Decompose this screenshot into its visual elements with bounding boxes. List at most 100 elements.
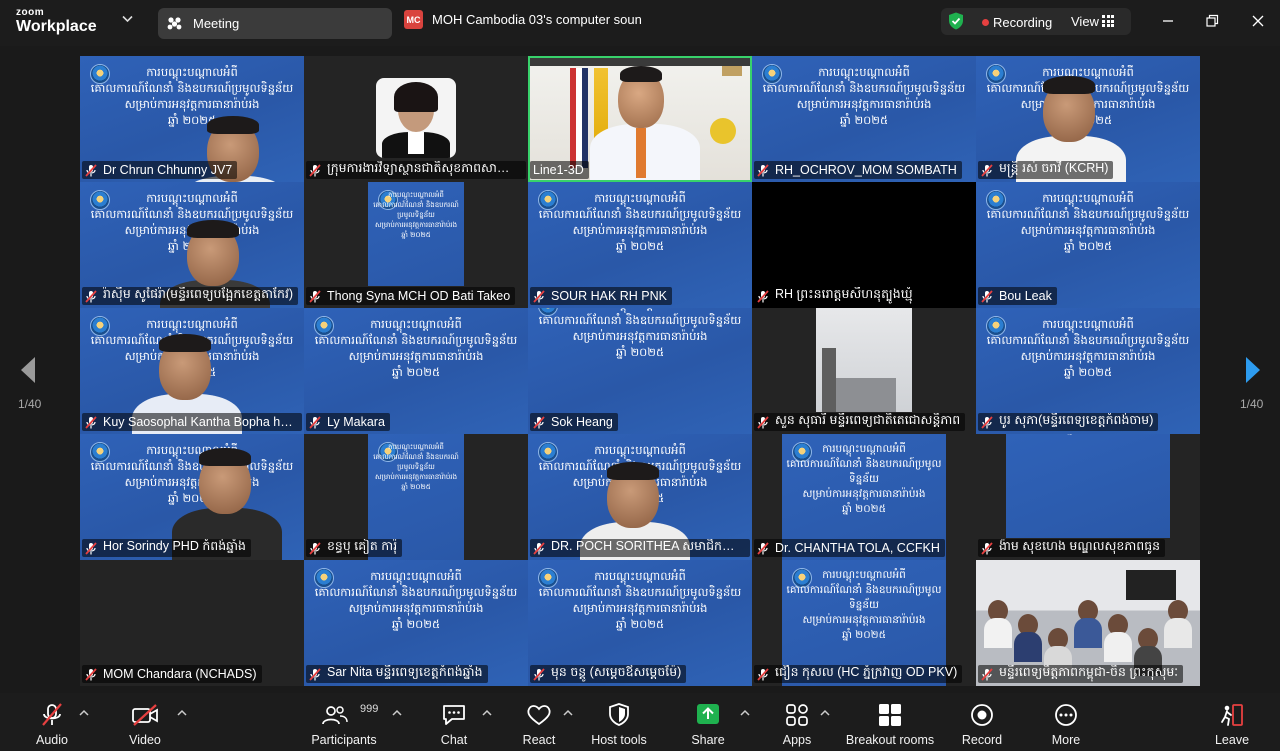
video-button[interactable]: Video (121, 693, 169, 751)
apps-options-chevron-icon[interactable] (820, 709, 830, 717)
slide-title-line: គោលការណ៍ណែនាំ និងឧបករណ៍ប្រមូលទិន្នន័យ (986, 207, 1190, 221)
participant-tile[interactable]: ការបណ្តុះបណ្តាលអំពីគោលការណ៍ណែនាំ និងឧបករ… (80, 56, 304, 182)
apps-label: Apps (782, 733, 812, 747)
slide-title-line: ការបណ្តុះបណ្តាលអំពី (594, 569, 686, 583)
microphone-muted-icon (757, 415, 769, 429)
participant-name-tag: SOUR HAK RH PNK (530, 287, 672, 305)
microphone-muted-icon (757, 541, 769, 555)
participant-tile[interactable]: ការបណ្តុះបណ្តាលអំពីគោលការណ៍ណែនាំ និងឧបករ… (80, 434, 304, 560)
chat-button[interactable]: Chat (430, 693, 478, 751)
slide-title: ការបណ្តុះបណ្តាលអំពីគោលការណ៍ណែនាំ និងឧបករ… (1006, 434, 1170, 437)
participant-tile[interactable]: ការបណ្តុះបណ្តាលអំពីគោលការណ៍ណែនាំ និងឧបករ… (976, 56, 1200, 182)
microphone-muted-icon (533, 667, 545, 681)
video-options-chevron-icon[interactable] (177, 709, 187, 717)
tab-meeting[interactable]: Meeting (158, 8, 392, 39)
slide-title-line: ការបណ្តុះបណ្តាលអំពី (1042, 317, 1134, 331)
participant-tile[interactable]: ការបណ្តុះបណ្តាលអំពីគោលការណ៍ណែនាំ និងឧបករ… (528, 560, 752, 686)
audio-label: Audio (36, 733, 68, 747)
shield-check-icon[interactable] (948, 12, 964, 30)
recording-status[interactable]: Recording (993, 15, 1052, 30)
microphone-muted-icon (309, 163, 321, 177)
slide-title-line: គោលការណ៍ណែនាំ និងឧបករណ៍ប្រមូលទិន្នន័យ (90, 81, 294, 95)
chevron-down-icon[interactable] (122, 15, 133, 23)
participant-tile[interactable]: ការបណ្តុះបណ្តាលអំពីគោលការណ៍ណែនាំ និងឧបករ… (80, 182, 304, 308)
slide-title-line: គោលការណ៍ណែនាំ និងឧបករណ៍ប្រមូលទិន្នន័យ (786, 584, 942, 611)
slide-title-line: គោលការណ៍ណែនាំ និងឧបករណ៍ប្រមូលទិន្នន័យ (373, 453, 459, 471)
slide-title-line: ការបណ្តុះបណ្តាលអំពី (1042, 191, 1134, 205)
audio-options-chevron-icon[interactable] (79, 709, 89, 717)
participant-tile[interactable]: ការបណ្តុះបណ្តាលអំពីគោលការណ៍ណែនាំ និងឧបករ… (80, 308, 304, 434)
slide-title-line: ការបណ្តុះបណ្តាលអំពី (822, 443, 906, 455)
slide-title-line: គោលការណ៍ណែនាំ និងឧបករណ៍ប្រមូលទិន្នន័យ (538, 585, 742, 599)
chat-options-chevron-icon[interactable] (482, 709, 492, 717)
microphone-muted-icon (981, 415, 993, 429)
participant-tile[interactable]: RH ព្រះនរោត្តមសីហនុត្បូងឃ្មុំ (752, 182, 976, 308)
participant-tile[interactable]: ការបណ្តុះបណ្តាលអំពីគោលការណ៍ណែនាំ និងឧបករ… (976, 182, 1200, 308)
record-button[interactable]: Record (958, 693, 1006, 751)
next-page-icon[interactable] (1243, 355, 1263, 385)
slide-title-line: គោលការណ៍ណែនាំ និងឧបករណ៍ប្រមូលទិន្នន័យ (538, 313, 742, 327)
participant-tile[interactable]: មន្ទីរពេទ្យមិត្តភាពកម្ពុជា-ចិន ព្រះកុសុម… (976, 560, 1200, 686)
slide-title-line: ការបណ្តុះបណ្តាលអំពី (594, 191, 686, 205)
participant-tile[interactable]: ការបណ្តុះបណ្តាលអំពីគោលការណ៍ណែនាំ និងឧបករ… (752, 56, 976, 182)
tab-shared-screen[interactable]: MC MOH Cambodia 03's computer soun (404, 10, 642, 29)
microphone-muted-icon (981, 541, 993, 555)
microphone-muted-icon (757, 163, 769, 177)
participant-tile[interactable]: ការបណ្តុះបណ្តាលអំពីគោលការណ៍ណែនាំ និងឧបករ… (528, 434, 752, 560)
participant-tile[interactable]: ការបណ្តុះបណ្តាលអំពីគោលការណ៍ណែនាំ និងឧបករ… (976, 308, 1200, 434)
microphone-muted-icon (85, 289, 97, 303)
participant-tile[interactable]: ការបណ្តុះបណ្តាលអំពីគោលការណ៍ណែនាំ និងឧបករ… (528, 182, 752, 308)
microphone-muted-icon (309, 415, 321, 429)
slide-title: ការបណ្តុះបណ្តាលអំពីគោលការណ៍ណែនាំ និងឧបករ… (528, 308, 752, 360)
react-options-chevron-icon[interactable] (563, 709, 573, 717)
participants-options-chevron-icon[interactable] (392, 709, 402, 717)
slide-title-line: សម្រាប់ការអនុវត្តការធានារ៉ាប់រង (1020, 223, 1156, 237)
restore-icon[interactable] (1202, 11, 1222, 31)
apps-button[interactable]: Apps (773, 693, 821, 751)
slide-title-line: ការបណ្តុះបណ្តាលអំពី (146, 191, 238, 205)
participant-name: Bou Leak (999, 289, 1052, 303)
participant-tile[interactable]: Line1-3D (528, 56, 752, 182)
participant-name: ក្រុមការងារវិទ្យាស្ថានជាតិសុខភាពសាធារណៈ (327, 161, 521, 175)
slide-title-line: គោលការណ៍ណែនាំ និងឧបករណ៍ប្រមូលទិន្នន័យ (762, 81, 966, 95)
slide-title-line: សម្រាប់ការអនុវត្តការធានារ៉ាប់រង (802, 614, 926, 626)
participants-button[interactable]: Participants (306, 693, 382, 751)
participants-icon (322, 706, 348, 725)
view-button[interactable]: View (1071, 14, 1099, 29)
participant-name: Dr. CHANTHA TOLA, CCFKH (775, 541, 940, 555)
react-label: React (522, 733, 556, 747)
participant-tile[interactable]: ការបណ្តុះបណ្តាលអំពីគោលការណ៍ណែនាំ និងឧបករ… (304, 434, 528, 560)
react-button[interactable]: React (515, 693, 563, 751)
participant-name-tag: MOM Chandara (NCHADS) (82, 665, 262, 683)
slide-title-line: ឆ្នាំ ២០២៥ (841, 629, 887, 641)
slide-title-line: ការបណ្តុះបណ្តាលអំពី (146, 317, 238, 331)
participant-tile[interactable]: MOM Chandara (NCHADS) (80, 560, 304, 686)
slide-title-line: គោលការណ៍ណែនាំ និងឧបករណ៍ប្រមូលទិន្នន័យ (373, 201, 459, 219)
share-button[interactable]: Share (684, 693, 732, 751)
close-icon[interactable] (1248, 11, 1268, 31)
participant-tile[interactable]: ការបណ្តុះបណ្តាលអំពីគោលការណ៍ណែនាំ និងឧបករ… (976, 434, 1200, 560)
breakout-rooms-button[interactable]: Breakout rooms (842, 693, 938, 751)
participant-tile[interactable]: ការបណ្តុះបណ្តាលអំពីគោលការណ៍ណែនាំ និងឧបករ… (304, 560, 528, 686)
leave-button[interactable]: Leave (1208, 693, 1256, 751)
participant-name: Hor Sorindy PHD កំពង់ឆ្នាំង (103, 539, 246, 553)
chat-label: Chat (440, 733, 468, 747)
participant-tile[interactable]: ក្រុមការងារវិទ្យាស្ថានជាតិសុខភាពសាធារណៈ (304, 56, 528, 182)
slide-title-line: សម្រាប់ការអនុវត្តការធានារ៉ាប់រង (572, 329, 708, 343)
zoom-logo[interactable]: zoom Workplace (16, 8, 97, 35)
previous-page-icon[interactable] (18, 355, 38, 385)
participant-tile[interactable]: ការបណ្តុះបណ្តាលអំពីគោលការណ៍ណែនាំ និងឧបករ… (304, 308, 528, 434)
audio-button[interactable]: Audio (28, 693, 76, 751)
participant-tile[interactable]: ការបណ្តុះបណ្តាលអំពីគោលការណ៍ណែនាំ និងឧបករ… (752, 560, 976, 686)
participant-tile[interactable]: ការបណ្តុះបណ្តាលអំពីគោលការណ៍ណែនាំ និងឧបករ… (528, 308, 752, 434)
grid-view-icon[interactable] (1102, 15, 1114, 27)
host-tools-button[interactable]: Host tools (585, 693, 653, 751)
share-options-chevron-icon[interactable] (740, 709, 750, 717)
participant-tile[interactable]: សួន សុធារី មន្ទីរពេទ្យជាតិតេជោសន្តិភាព (752, 308, 976, 434)
minimize-icon[interactable] (1158, 11, 1178, 31)
video-camera-off-icon (132, 704, 158, 726)
participant-tile[interactable]: ការបណ្តុះបណ្តាលអំពីគោលការណ៍ណែនាំ និងឧបករ… (304, 182, 528, 308)
slide-title-line: គោលការណ៍ណែនាំ និងឧបករណ៍ប្រមូលទិន្នន័យ (314, 585, 518, 599)
more-button[interactable]: More (1042, 693, 1090, 751)
participant-tile[interactable]: ការបណ្តុះបណ្តាលអំពីគោលការណ៍ណែនាំ និងឧបករ… (752, 434, 976, 560)
